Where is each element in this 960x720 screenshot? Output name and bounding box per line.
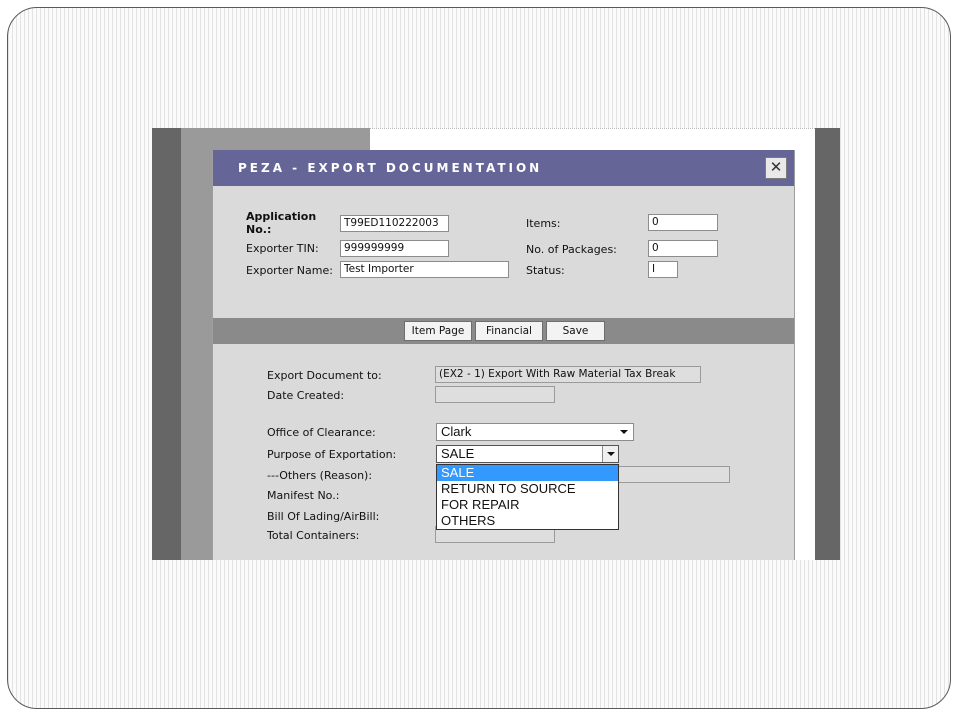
dialog-title-bar: PEZA - EXPORT DOCUMENTATION ✕ [213, 150, 794, 186]
chevron-down-icon [620, 430, 628, 434]
purpose-value: SALE [441, 446, 475, 461]
save-button[interactable]: Save [546, 321, 605, 341]
export-doc-label: Export Document to: [267, 369, 382, 382]
top-gray-strip [212, 128, 370, 150]
purpose-option-repair[interactable]: FOR REPAIR [437, 497, 618, 513]
office-clearance-select[interactable]: Clark [436, 423, 634, 441]
office-clearance-label: Office of Clearance: [267, 426, 376, 439]
purpose-select[interactable]: SALE [436, 445, 619, 463]
purpose-dropdown-list: SALE RETURN TO SOURCE FOR REPAIR OTHERS [436, 464, 619, 530]
dropdown-arrow-button[interactable] [602, 446, 618, 462]
office-clearance-value: Clark [441, 424, 472, 439]
purpose-option-others[interactable]: OTHERS [437, 513, 618, 529]
exporter-tin-label: Exporter TIN: [246, 242, 319, 255]
bill-lading-label: Bill Of Lading/AirBill: [267, 510, 380, 523]
date-created-field[interactable] [435, 386, 555, 403]
packages-label: No. of Packages: [526, 243, 617, 256]
purpose-label: Purpose of Exportation: [267, 448, 397, 461]
others-reason-field[interactable] [613, 466, 730, 483]
application-no-field[interactable]: T99ED110222003 [340, 215, 449, 232]
purpose-option-return[interactable]: RETURN TO SOURCE [437, 481, 618, 497]
close-icon: ✕ [769, 158, 783, 176]
exporter-name-label: Exporter Name: [246, 264, 333, 277]
application-no-label: Application No.: [246, 210, 317, 236]
status-label: Status: [526, 264, 565, 277]
date-created-label: Date Created: [267, 389, 345, 402]
export-details-form: Export Document to: (EX2 - 1) Export Wit… [213, 344, 794, 560]
purpose-option-sale[interactable]: SALE [437, 465, 618, 481]
chevron-down-icon [607, 452, 615, 456]
others-reason-label: ---Others (Reason): [267, 469, 373, 482]
manifest-label: Manifest No.: [267, 489, 340, 502]
packages-field[interactable]: 0 [648, 240, 718, 257]
left-dark-panel [152, 128, 181, 560]
top-white-strip [370, 128, 815, 150]
left-gray-panel [181, 128, 212, 560]
status-field[interactable]: I [648, 261, 678, 278]
exporter-name-field[interactable]: Test Importer [340, 261, 509, 278]
item-page-button[interactable]: Item Page [404, 321, 472, 341]
financial-button[interactable]: Financial [475, 321, 543, 341]
exporter-tin-field[interactable]: 999999999 [340, 240, 449, 257]
right-dark-panel [815, 128, 840, 560]
total-containers-label: Total Containers: [267, 529, 360, 542]
export-doc-field[interactable]: (EX2 - 1) Export With Raw Material Tax B… [435, 366, 701, 383]
app-screenshot: PEZA - EXPORT DOCUMENTATION ✕ Applicatio… [152, 128, 840, 560]
export-documentation-dialog: PEZA - EXPORT DOCUMENTATION ✕ Applicatio… [212, 150, 795, 560]
items-label: Items: [526, 217, 561, 230]
toolbar: Item Page Financial Save [213, 318, 794, 344]
close-button[interactable]: ✕ [765, 157, 787, 179]
items-field[interactable]: 0 [648, 214, 718, 231]
dialog-title: PEZA - EXPORT DOCUMENTATION [238, 161, 543, 175]
